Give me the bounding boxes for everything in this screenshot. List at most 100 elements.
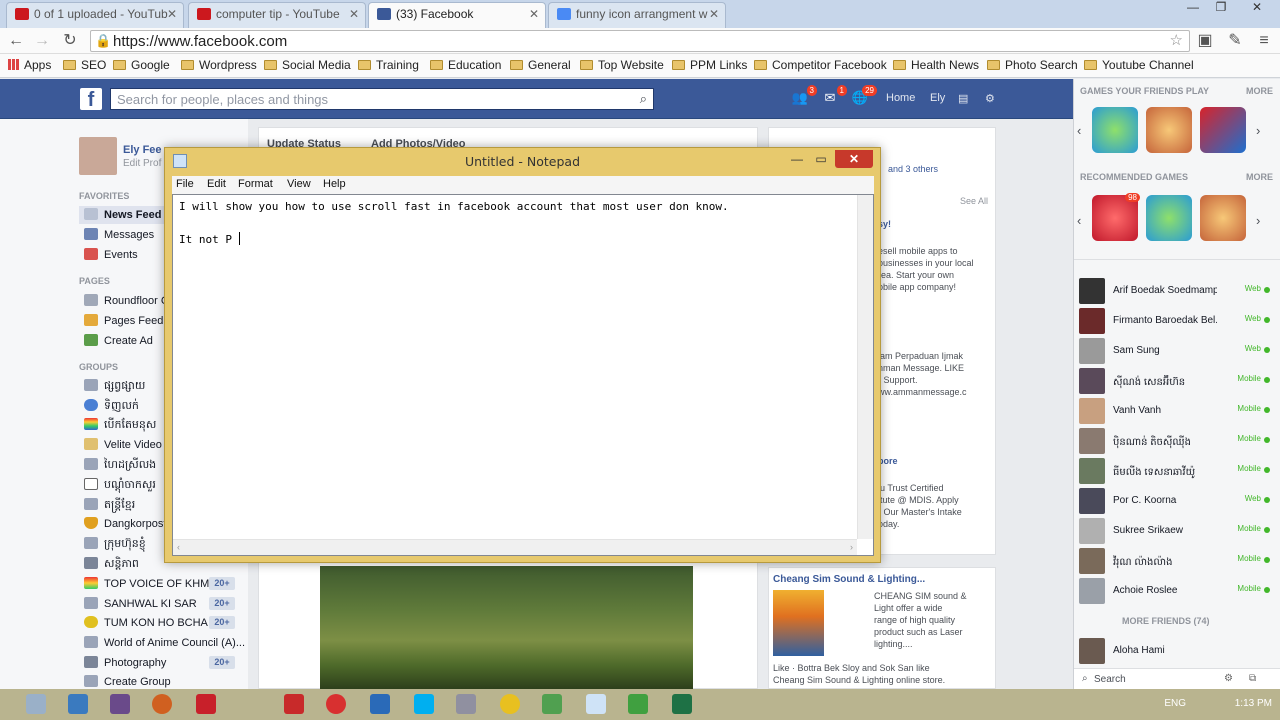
sponsored-title[interactable]: Cheang Sim Sound & Lighting... xyxy=(773,574,925,586)
game-tile[interactable] xyxy=(1146,107,1192,153)
edit-profile-link[interactable]: Edit Prof xyxy=(123,158,161,169)
chat-friend[interactable]: វីរុណ ល៉ាងល៉ាង Mobile xyxy=(1079,548,1279,576)
close-tab-icon[interactable]: ✕ xyxy=(709,7,719,21)
horizontal-scrollbar[interactable]: ‹ › xyxy=(173,539,857,555)
language-indicator[interactable]: ENG xyxy=(1164,698,1186,709)
game-tile[interactable] xyxy=(1092,107,1138,153)
star-icon[interactable]: ☆ xyxy=(1170,31,1183,49)
forward-button[interactable]: → xyxy=(32,31,52,51)
bookmark-wordpress[interactable]: Wordpress xyxy=(181,58,257,72)
menu-view[interactable]: View xyxy=(287,178,311,190)
vertical-scrollbar[interactable] xyxy=(857,195,873,539)
game-tile[interactable] xyxy=(1146,195,1192,241)
chat-friend[interactable]: Aloha Hami xyxy=(1079,638,1279,666)
sidebar-item-create-ad[interactable]: Create Ad xyxy=(84,334,153,347)
chevron-left-icon[interactable]: ‹ xyxy=(1077,123,1081,138)
notepad-close-button[interactable]: ✕ xyxy=(835,150,873,168)
chat-friend[interactable]: Sukree Srikaew Mobile xyxy=(1079,518,1279,546)
game-tile[interactable] xyxy=(1200,195,1246,241)
group-item[interactable]: Dangkorpost xyxy=(84,517,166,530)
cast-icon[interactable]: ▣ xyxy=(1195,31,1215,51)
chevron-left-icon[interactable]: ‹ xyxy=(1077,213,1081,228)
skype-icon[interactable] xyxy=(414,694,434,714)
close-tab-icon[interactable]: ✕ xyxy=(349,7,359,21)
chat-friend[interactable]: ធីមលីង ទេសនាឆាវីយ៉ូ Mobile xyxy=(1079,458,1279,486)
tab-funny-icon[interactable]: funny icon arrangment w ✕ xyxy=(548,2,726,28)
chat-friend[interactable]: Vanh Vanh Mobile xyxy=(1079,398,1279,426)
group-item[interactable]: SANHWAL KI SAR xyxy=(84,597,197,610)
chat-friend[interactable]: ស៊ីណង់ សេនអ៊ីហ៊ន Mobile xyxy=(1079,368,1279,396)
menu-format[interactable]: Format xyxy=(238,178,273,190)
chat-friend[interactable]: ប៉ិនណាន់ តិចស៊ីឈ៉ីង Mobile xyxy=(1079,428,1279,456)
close-window-button[interactable]: ✕ xyxy=(1238,0,1276,20)
sponsored-likes[interactable]: Cheang Sim Sound & Lighting online store… xyxy=(773,674,945,686)
chevron-right-icon[interactable]: › xyxy=(1256,123,1260,138)
reload-button[interactable]: ↻ xyxy=(60,31,80,51)
extension-icon[interactable]: ✎ xyxy=(1225,31,1245,51)
messages-icon[interactable]: ✉ 1 xyxy=(820,85,847,108)
sidebar-item-events[interactable]: Events xyxy=(84,248,138,261)
menu-edit[interactable]: Edit xyxy=(207,178,226,190)
friend-requests-icon[interactable]: 👥 3 xyxy=(790,85,817,108)
chat-friend[interactable]: Sam Sung Web xyxy=(1079,338,1279,366)
bookmark-general[interactable]: General xyxy=(510,58,571,72)
facebook-search-input[interactable]: Search for people, places and things ⌕ xyxy=(110,88,654,110)
recommended-more-link[interactable]: MORE xyxy=(1246,172,1273,182)
notepad-text-area[interactable]: I will show you how to use scroll fast i… xyxy=(172,194,874,556)
sidebar-item-messages[interactable]: Messages xyxy=(84,228,154,241)
bookmark-seo[interactable]: SEO xyxy=(63,58,106,72)
sidebar-item-news-feed[interactable]: News Feed xyxy=(84,208,161,221)
clock[interactable]: 1:13 PM xyxy=(1235,698,1272,709)
tab-youtube-upload[interactable]: 0 of 1 uploaded - YouTub ✕ xyxy=(6,2,184,28)
settings-gear-icon[interactable]: ⚙ xyxy=(985,92,995,105)
new-window-icon[interactable]: ⧉ xyxy=(1249,673,1256,684)
chrome-icon[interactable] xyxy=(500,694,520,714)
address-bar[interactable]: 🔒 https://www.facebook.com ☆ xyxy=(90,30,1190,52)
download-icon[interactable] xyxy=(628,694,648,714)
bookmark-ppm-links[interactable]: PPM Links xyxy=(672,58,747,72)
menu-icon[interactable]: ≡ xyxy=(1254,31,1274,51)
bookmark-social-media[interactable]: Social Media xyxy=(264,58,351,72)
media-icon[interactable] xyxy=(110,694,130,714)
chat-friend[interactable]: Achoie Roslee Mobile xyxy=(1079,578,1279,606)
chat-friend[interactable]: Firmanto Baroedak Bel... Web xyxy=(1079,308,1279,336)
create-group-link[interactable]: Create Group xyxy=(84,675,171,688)
bookmark-education[interactable]: Education xyxy=(430,58,501,72)
app-icon[interactable] xyxy=(284,694,304,714)
menu-file[interactable]: File xyxy=(176,178,194,190)
close-tab-icon[interactable]: ✕ xyxy=(167,7,177,21)
ie-icon[interactable] xyxy=(68,694,88,714)
group-item[interactable]: ទិញលក់ xyxy=(84,399,139,415)
notepad-window[interactable]: Untitled - Notepad — ▭ ✕ File Edit Forma… xyxy=(164,147,881,563)
notepad-maximize-button[interactable]: ▭ xyxy=(811,150,831,168)
group-item[interactable]: បណ្តុំចាកសួរ xyxy=(84,478,156,494)
chat-friend[interactable]: Por C. Koorna Web xyxy=(1079,488,1279,516)
sidebar-item-pages-feed[interactable]: Pages Feed xyxy=(84,314,163,327)
home-link[interactable]: Home xyxy=(886,92,915,104)
profile-link[interactable]: Ely xyxy=(930,92,945,104)
bookmark-google[interactable]: Google xyxy=(113,58,170,72)
group-item[interactable]: សន្តិភាព xyxy=(84,557,139,573)
group-item[interactable]: បើកតែមនុស xyxy=(84,418,156,434)
chat-options-icon[interactable]: ⚙ xyxy=(1224,673,1233,684)
group-item[interactable]: ផ្សព្វផ្សាយ xyxy=(84,379,145,395)
acrobat-icon[interactable] xyxy=(196,694,216,714)
see-all-link[interactable]: See All xyxy=(960,195,988,207)
scroll-left-arrow-icon[interactable]: ‹ xyxy=(177,542,180,552)
bookmark-photo-search[interactable]: Photo Search xyxy=(987,58,1078,72)
sponsored-likes[interactable]: Like · Bottra Bek Sloy and Sok San like xyxy=(773,662,930,674)
opera-icon[interactable] xyxy=(326,694,346,714)
maximize-window-button[interactable]: ❐ xyxy=(1208,0,1234,20)
group-item[interactable]: TUM KON HO BCHA ... xyxy=(84,616,220,629)
scroll-right-arrow-icon[interactable]: › xyxy=(850,542,853,552)
group-item[interactable]: Photography xyxy=(84,656,166,669)
game-tile[interactable] xyxy=(1200,107,1246,153)
chevron-right-icon[interactable]: › xyxy=(1256,213,1260,228)
app-icon[interactable] xyxy=(542,694,562,714)
bookmark-training[interactable]: Training xyxy=(358,58,419,72)
notepad-taskbar-icon[interactable] xyxy=(586,694,606,714)
minimize-window-button[interactable]: — xyxy=(1180,0,1206,20)
post-photo[interactable] xyxy=(320,566,693,690)
sponsored-image[interactable] xyxy=(773,590,824,656)
tab-computer-tip[interactable]: computer tip - YouTube ✕ xyxy=(188,2,366,28)
